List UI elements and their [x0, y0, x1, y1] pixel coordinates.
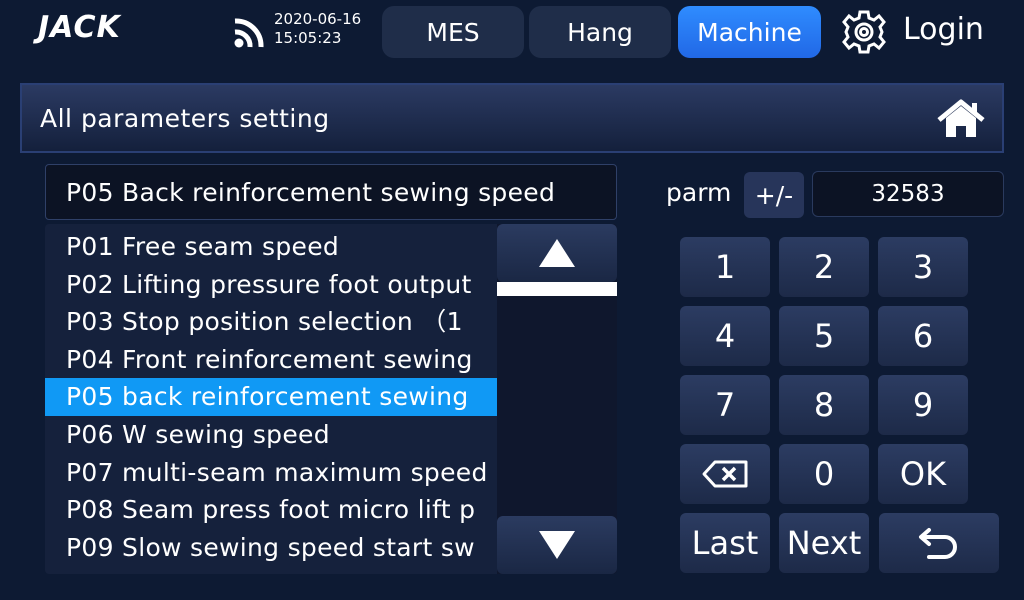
parm-label: parm [666, 178, 732, 207]
list-item[interactable]: P09 Slow sewing speed start sw [45, 529, 497, 567]
param-value-field[interactable]: 32583 [812, 171, 1004, 217]
key-1[interactable]: 1 [680, 237, 770, 297]
sign-toggle-button[interactable]: +/- [744, 172, 804, 218]
list-item[interactable]: P07 multi-seam maximum speed [45, 454, 497, 492]
triangle-down-icon [539, 531, 575, 559]
key-9[interactable]: 9 [878, 375, 968, 435]
last-button[interactable]: Last [680, 513, 770, 573]
gear-icon[interactable] [840, 8, 888, 56]
key-6[interactable]: 6 [878, 306, 968, 366]
list-item[interactable]: P04 Front reinforcement sewing [45, 341, 497, 379]
tab-hang[interactable]: Hang [529, 6, 671, 58]
list-item[interactable]: P06 W sewing speed [45, 416, 497, 454]
scroll-up-button[interactable] [497, 224, 617, 282]
date-text: 2020-06-16 [274, 10, 362, 28]
key-3[interactable]: 3 [878, 237, 968, 297]
ok-button[interactable]: OK [878, 444, 968, 504]
key-5[interactable]: 5 [779, 306, 869, 366]
tab-machine[interactable]: Machine [678, 6, 821, 58]
list-item[interactable]: P03 Stop position selection （1 [45, 303, 497, 341]
key-7[interactable]: 7 [680, 375, 770, 435]
next-button[interactable]: Next [779, 513, 869, 573]
key-0[interactable]: 0 [779, 444, 869, 504]
triangle-up-icon [539, 239, 575, 267]
scroll-thumb[interactable] [497, 282, 617, 296]
tab-mes[interactable]: MES [382, 6, 524, 58]
scroll-down-button[interactable] [497, 516, 617, 574]
brand-logo: JACK [38, 10, 121, 45]
param-list: P01 Free seam speed P02 Lifting pressure… [45, 228, 497, 566]
page-title: All parameters setting [40, 103, 330, 133]
list-item-selected[interactable]: P05 back reinforcement sewing [45, 378, 497, 416]
backspace-button[interactable] [680, 444, 770, 504]
page-title-bar: All parameters setting [20, 83, 1004, 153]
home-icon[interactable] [936, 99, 986, 139]
key-4[interactable]: 4 [680, 306, 770, 366]
datetime: 2020-06-16 15:05:23 [274, 10, 361, 48]
param-list-panel: P01 Free seam speed P02 Lifting pressure… [45, 224, 617, 574]
list-item[interactable]: P02 Lifting pressure foot output [45, 266, 497, 304]
time-text: 15:05:23 [274, 29, 342, 47]
backspace-icon [702, 460, 748, 488]
login-button[interactable]: Login [903, 12, 984, 47]
selected-param-display: P05 Back reinforcement sewing speed [45, 164, 617, 220]
key-2[interactable]: 2 [779, 237, 869, 297]
list-item[interactable]: P01 Free seam speed [45, 228, 497, 266]
wifi-icon [234, 18, 264, 48]
key-8[interactable]: 8 [779, 375, 869, 435]
return-icon [919, 528, 957, 559]
list-item[interactable]: P08 Seam press foot micro lift p [45, 491, 497, 529]
return-button[interactable] [879, 513, 999, 573]
